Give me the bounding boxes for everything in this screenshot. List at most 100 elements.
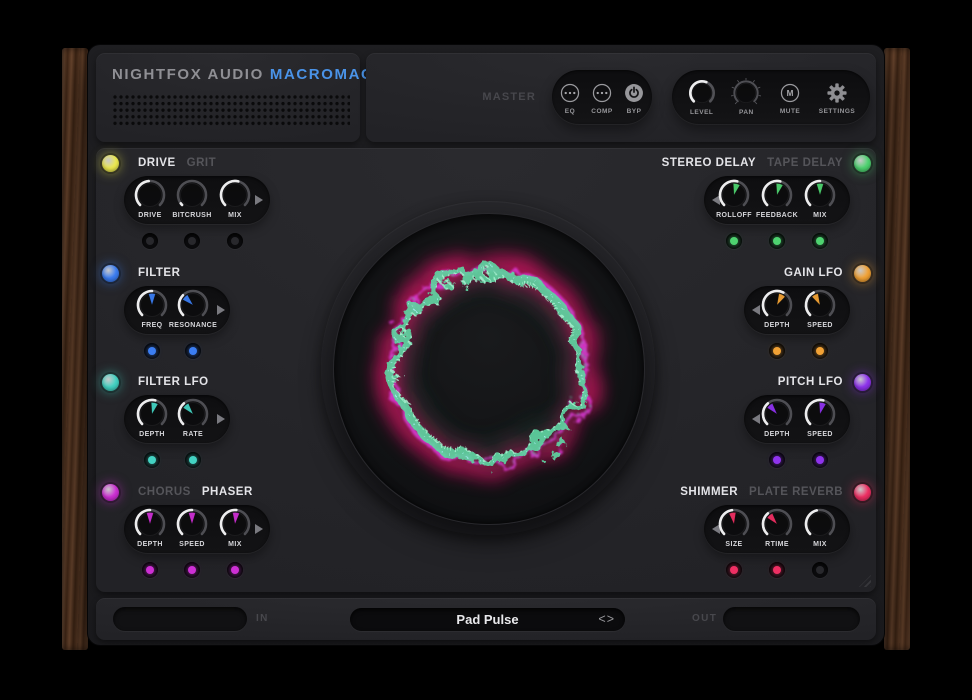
tab-tape-delay[interactable]: TAPE DELAY [767,156,843,170]
pitch-lfo-assign-led-2[interactable] [812,452,828,468]
shimmer-assign-led-3[interactable] [812,562,828,578]
filter-lfo-knob-depth[interactable]: DEPTH [130,396,174,442]
filter-knob-resonance[interactable]: RESONANCE [171,287,215,333]
chorus-phaser-tabs: CHORUS PHASER [138,485,253,499]
preset-next-button[interactable]: > [607,613,614,626]
knob-label: DEPTH [137,541,163,548]
shimmer-assign-led-2[interactable] [769,562,785,578]
stereo-delay-knob-group: ROLLOFFFEEDBACKMIX [704,176,850,224]
drive-knob-drive[interactable]: DRIVE [128,177,172,223]
stereo-delay-knob-rolloff[interactable]: ROLLOFF [712,177,756,223]
shimmer-assign-led-1[interactable] [726,562,742,578]
tab-grit[interactable]: GRIT [187,156,216,170]
knob-dial [174,506,210,542]
stereo-delay-knob-feedback[interactable]: FEEDBACK [755,177,799,223]
shimmer-knob-size[interactable]: SIZE [712,506,756,552]
chorus-phaser-assign-led-2[interactable] [184,562,200,578]
stereo-delay-assign-led-3[interactable] [812,233,828,249]
drive-knob-bitcrush[interactable]: BITCRUSH [170,177,214,223]
output-label: OUT [692,613,717,624]
shimmer-power-led[interactable] [854,484,871,501]
chorus-phaser-power-led[interactable] [102,484,119,501]
tab-filter-lfo[interactable]: FILTER LFO [138,375,209,389]
tab-pitch-lfo[interactable]: PITCH LFO [778,375,843,389]
chorus-phaser-assign-led-1[interactable] [142,562,158,578]
filter-tabs: FILTER [138,266,180,280]
knob-label: DEPTH [764,431,790,438]
drive-assign-led-1[interactable] [142,233,158,249]
preset-arrows: < > [598,608,614,631]
gain-lfo-knob-speed[interactable]: SPEED [798,287,842,333]
knob-dial [175,287,211,323]
output-meter[interactable] [723,607,860,631]
filter-expand-arrow-right-icon[interactable] [217,305,225,315]
knob-dial [134,287,170,323]
master-mute-control[interactable]: MMUTE [776,79,804,115]
drive-assign-led-2[interactable] [184,233,200,249]
gain-lfo-knob-depth[interactable]: DEPTH [755,287,799,333]
knob-label: RTIME [765,541,789,548]
filter-power-led[interactable] [102,265,119,282]
power-icon [620,79,648,107]
gain-lfo-assign-led-1[interactable] [769,343,785,359]
shimmer-knob-rtime[interactable]: RTIME [755,506,799,552]
chorus-phaser-assign-led-3[interactable] [227,562,243,578]
filter-knob-freq[interactable]: FREQ [130,287,174,333]
stereo-delay-power-led[interactable] [854,155,871,172]
shimmer-knob-mix[interactable]: MIX [798,506,842,552]
pitch-lfo-knob-speed[interactable]: SPEED [798,396,842,442]
tab-gain-lfo[interactable]: GAIN LFO [784,266,843,280]
stereo-delay-assign-led-2[interactable] [769,233,785,249]
tab-stereo-delay[interactable]: STEREO DELAY [662,156,756,170]
pitch-lfo-power-led[interactable] [854,374,871,391]
master-byp-button[interactable]: BYP [620,79,648,115]
brand-name: NIGHTFOX AUDIO [112,66,264,83]
chorus-phaser-knob-depth[interactable]: DEPTH [128,506,172,552]
tab-shimmer[interactable]: SHIMMER [680,485,738,499]
master-settings-control[interactable]: SETTINGS [819,79,856,115]
tab-plate-reverb[interactable]: PLATE REVERB [749,485,843,499]
tab-phaser[interactable]: PHASER [202,485,253,499]
filter-assign-led-1[interactable] [144,343,160,359]
shimmer-knob-group: SIZE RTIME MIX [704,505,850,553]
drive-power-led[interactable] [102,155,119,172]
master-pan-control[interactable]: PAN [731,78,761,116]
macro-pad[interactable] [333,213,645,525]
filter-lfo-assign-led-2[interactable] [185,452,201,468]
tab-chorus[interactable]: CHORUS [138,485,191,499]
led-dot-lit [816,237,824,245]
filter-lfo-power-led[interactable] [102,374,119,391]
filter-assign-led-2[interactable] [185,343,201,359]
led-dot-lit [730,566,738,574]
chorus-phaser-knob-speed[interactable]: SPEED [170,506,214,552]
knob-dial [759,396,795,432]
input-meter[interactable] [113,607,247,631]
stereo-delay-tabs: STEREO DELAY TAPE DELAY [662,156,843,170]
chorus-phaser-knob-mix[interactable]: MIX [213,506,257,552]
master-comp-button[interactable]: COMP [588,79,616,115]
preset-prev-button[interactable]: < [598,613,605,626]
resize-grip[interactable] [859,575,871,587]
gain-lfo-power-led[interactable] [854,265,871,282]
filter-lfo-assign-led-1[interactable] [144,452,160,468]
tab-drive[interactable]: DRIVE [138,156,176,170]
led-dot-lit [148,456,156,464]
master-eq-button[interactable]: EQ [556,79,584,115]
preset-selector[interactable]: Pad Pulse < > [350,608,625,631]
stereo-delay-knob-mix[interactable]: MIX [798,177,842,223]
pitch-lfo-knob-depth[interactable]: DEPTH [755,396,799,442]
wood-panel-right [884,48,910,650]
drive-knob-mix[interactable]: MIX [213,177,257,223]
filter-lfo-expand-arrow-right-icon[interactable] [217,414,225,424]
stereo-delay-assign-led-1[interactable] [726,233,742,249]
pitch-lfo-assign-led-1[interactable] [769,452,785,468]
tab-filter[interactable]: FILTER [138,266,180,280]
pan-knob [731,78,761,108]
gain-lfo-assign-led-2[interactable] [812,343,828,359]
knob-label: DEPTH [764,322,790,329]
knob-dial [716,177,752,213]
drive-assign-led-3[interactable] [227,233,243,249]
master-level-control[interactable]: LEVEL [687,78,717,116]
filter-lfo-knob-rate[interactable]: RATE [171,396,215,442]
led-dot-lit [189,347,197,355]
